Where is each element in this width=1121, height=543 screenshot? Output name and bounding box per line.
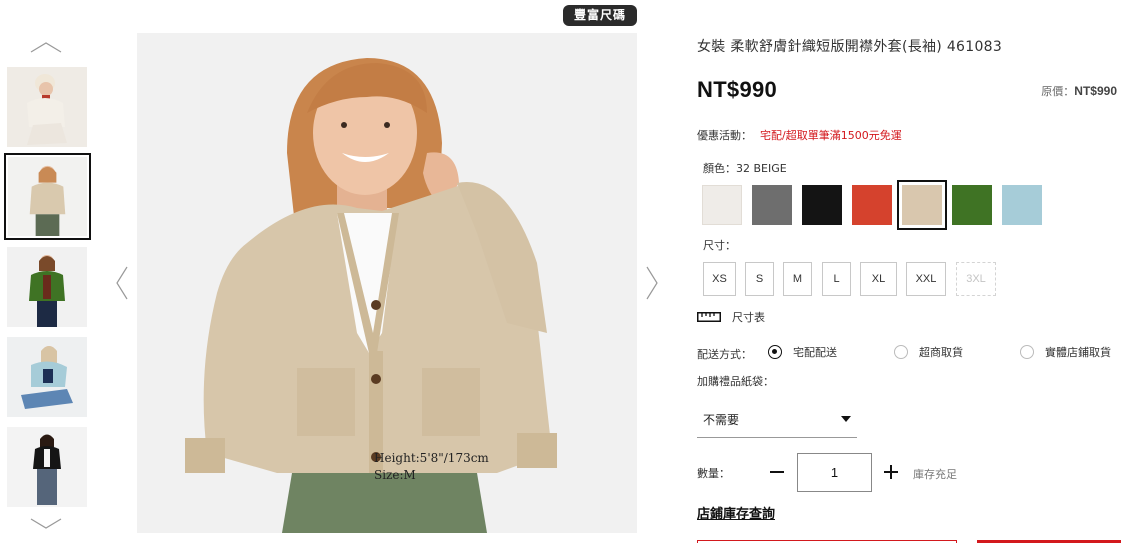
size-label: 尺寸： xyxy=(703,239,736,252)
shipping-option-label: 實體店鋪取貨 xyxy=(1045,346,1111,359)
thumbnail-3[interactable] xyxy=(7,247,87,327)
model-height-text: Height:5'8"/173cm xyxy=(374,451,489,465)
size-s-button[interactable]: S xyxy=(745,262,774,296)
color-swatch-black[interactable] xyxy=(802,185,842,225)
quantity-decrease-icon[interactable] xyxy=(770,463,786,481)
shipping-convenience-store-radio[interactable]: 超商取貨 xyxy=(894,344,963,360)
ruler-icon xyxy=(697,312,721,322)
promo-row: 優惠活動： 宅配/超取單筆滿1500元免運 xyxy=(697,127,902,143)
color-swatch-red[interactable] xyxy=(852,185,892,225)
shipping-label: 配送方式： xyxy=(697,348,752,361)
thumbnail-2[interactable] xyxy=(4,153,91,240)
size-xl-button[interactable]: XL xyxy=(860,262,897,296)
promo-text: 宅配/超取單筆滿1500元免運 xyxy=(760,129,902,142)
size-3xl-button: 3XL xyxy=(956,262,996,296)
size-m-button[interactable]: M xyxy=(783,262,812,296)
shipping-option-label: 超商取貨 xyxy=(919,346,963,359)
thumbnail-4[interactable] xyxy=(7,337,87,417)
quantity-label: 數量： xyxy=(697,467,730,480)
color-swatch-off-white[interactable] xyxy=(702,185,742,225)
stock-status: 庫存充足 xyxy=(913,468,957,481)
promo-label: 優惠活動： xyxy=(697,129,752,142)
color-swatch-green[interactable] xyxy=(952,185,992,225)
plus-size-badge[interactable]: 豐富尺碼 xyxy=(563,5,637,26)
color-swatch-beige[interactable] xyxy=(897,180,947,230)
original-price-value: NT$990 xyxy=(1074,84,1117,98)
product-title: 女裝 柔軟舒膚針織短版開襟外套(長袖) 461083 xyxy=(697,39,1003,55)
color-swatch-gray[interactable] xyxy=(752,185,792,225)
gift-bag-select[interactable]: 不需要 xyxy=(697,400,857,438)
next-image-arrow-icon[interactable] xyxy=(645,265,659,301)
quantity-input[interactable]: 1 xyxy=(797,453,872,492)
original-price: 原價：NT$990 xyxy=(1041,83,1117,99)
original-price-label: 原價： xyxy=(1041,85,1075,98)
prev-image-arrow-icon[interactable] xyxy=(115,265,129,301)
size-xs-button[interactable]: XS xyxy=(703,262,736,296)
radio-unchecked-icon xyxy=(1020,345,1034,359)
quantity-increase-icon[interactable] xyxy=(884,463,900,481)
thumb-up-arrow-icon[interactable] xyxy=(30,40,62,56)
caret-down-icon xyxy=(841,416,851,422)
size-chart-label: 尺寸表 xyxy=(732,311,765,324)
thumbnail-5[interactable] xyxy=(7,427,87,507)
size-chart-link[interactable]: 尺寸表 xyxy=(697,309,765,325)
model-size-text: Size:M xyxy=(374,468,416,482)
model-info: Height:5'8"/173cm Size:M xyxy=(374,450,489,484)
thumbnail-1[interactable] xyxy=(7,67,87,147)
shipping-home-delivery-radio[interactable]: 宅配配送 xyxy=(768,344,837,360)
radio-unchecked-icon xyxy=(894,345,908,359)
size-l-button[interactable]: L xyxy=(822,262,851,296)
color-swatch-light-blue[interactable] xyxy=(1002,185,1042,225)
gift-bag-value: 不需要 xyxy=(703,413,740,427)
thumb-down-arrow-icon[interactable] xyxy=(30,515,62,531)
shipping-option-label: 宅配配送 xyxy=(793,346,837,359)
gift-bag-label: 加購禮品紙袋： xyxy=(697,375,774,388)
size-xxl-button[interactable]: XXL xyxy=(906,262,946,296)
color-label: 顏色：32 BEIGE xyxy=(703,162,787,175)
radio-checked-icon xyxy=(768,345,782,359)
store-stock-link[interactable]: 店鋪庫存查詢 xyxy=(697,503,775,522)
product-price: NT$990 xyxy=(697,77,778,102)
shipping-store-pickup-radio[interactable]: 實體店鋪取貨 xyxy=(1020,344,1111,360)
